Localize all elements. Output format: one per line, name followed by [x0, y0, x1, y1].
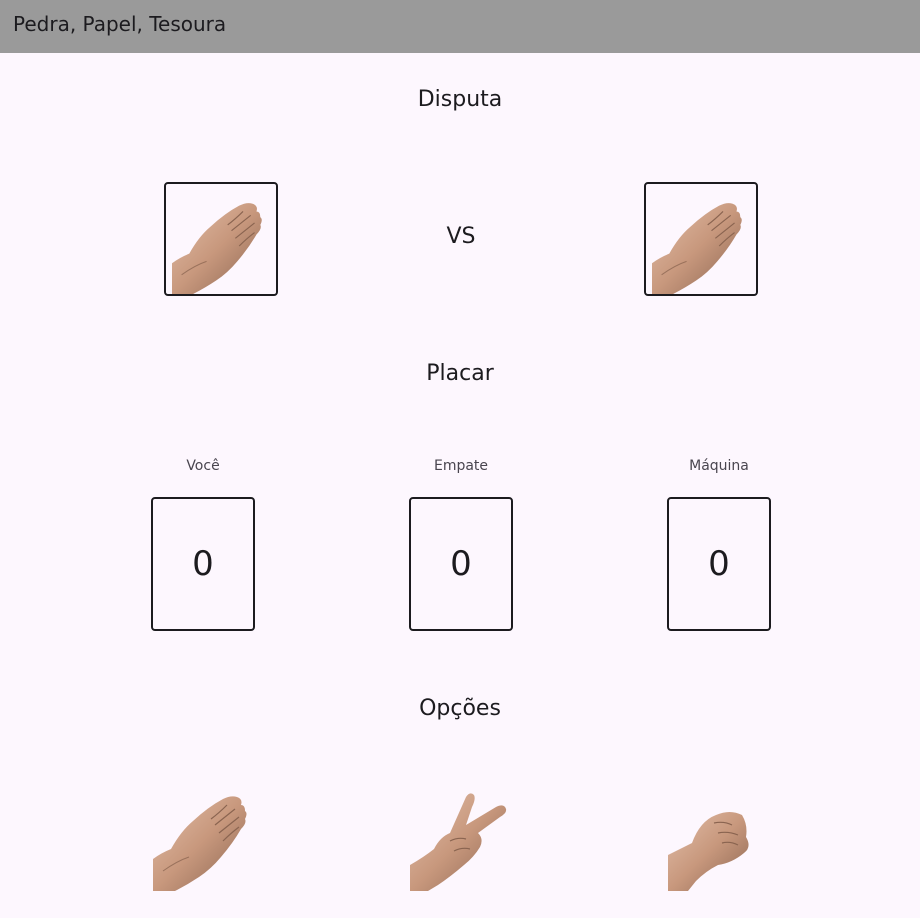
- paper-hand-icon: [172, 202, 263, 294]
- machine-score-value: 0: [667, 497, 771, 631]
- paper-hand-icon: [652, 202, 743, 294]
- machine-score-label: Máquina: [689, 458, 749, 474]
- rock-hand-icon: [668, 811, 750, 891]
- option-rock-button[interactable]: [668, 791, 768, 891]
- app-title: Pedra, Papel, Tesoura: [13, 12, 227, 36]
- machine-choice-box: [644, 182, 758, 296]
- paper-hand-icon: [153, 795, 248, 891]
- player-score-value: 0: [151, 497, 255, 631]
- app-bar: Pedra, Papel, Tesoura: [0, 0, 920, 53]
- option-paper-button[interactable]: [153, 791, 253, 891]
- vs-label: VS: [446, 224, 476, 249]
- draw-score-value: 0: [409, 497, 513, 631]
- player-choice-box: [164, 182, 278, 296]
- scoreboard-title: Placar: [426, 361, 494, 386]
- player-score-label: Você: [186, 458, 220, 474]
- scissors-hand-icon: [410, 792, 507, 891]
- draw-score-label: Empate: [433, 458, 489, 474]
- dispute-title: Disputa: [417, 87, 503, 112]
- option-scissors-button[interactable]: [410, 791, 510, 891]
- options-title: Opções: [419, 696, 501, 721]
